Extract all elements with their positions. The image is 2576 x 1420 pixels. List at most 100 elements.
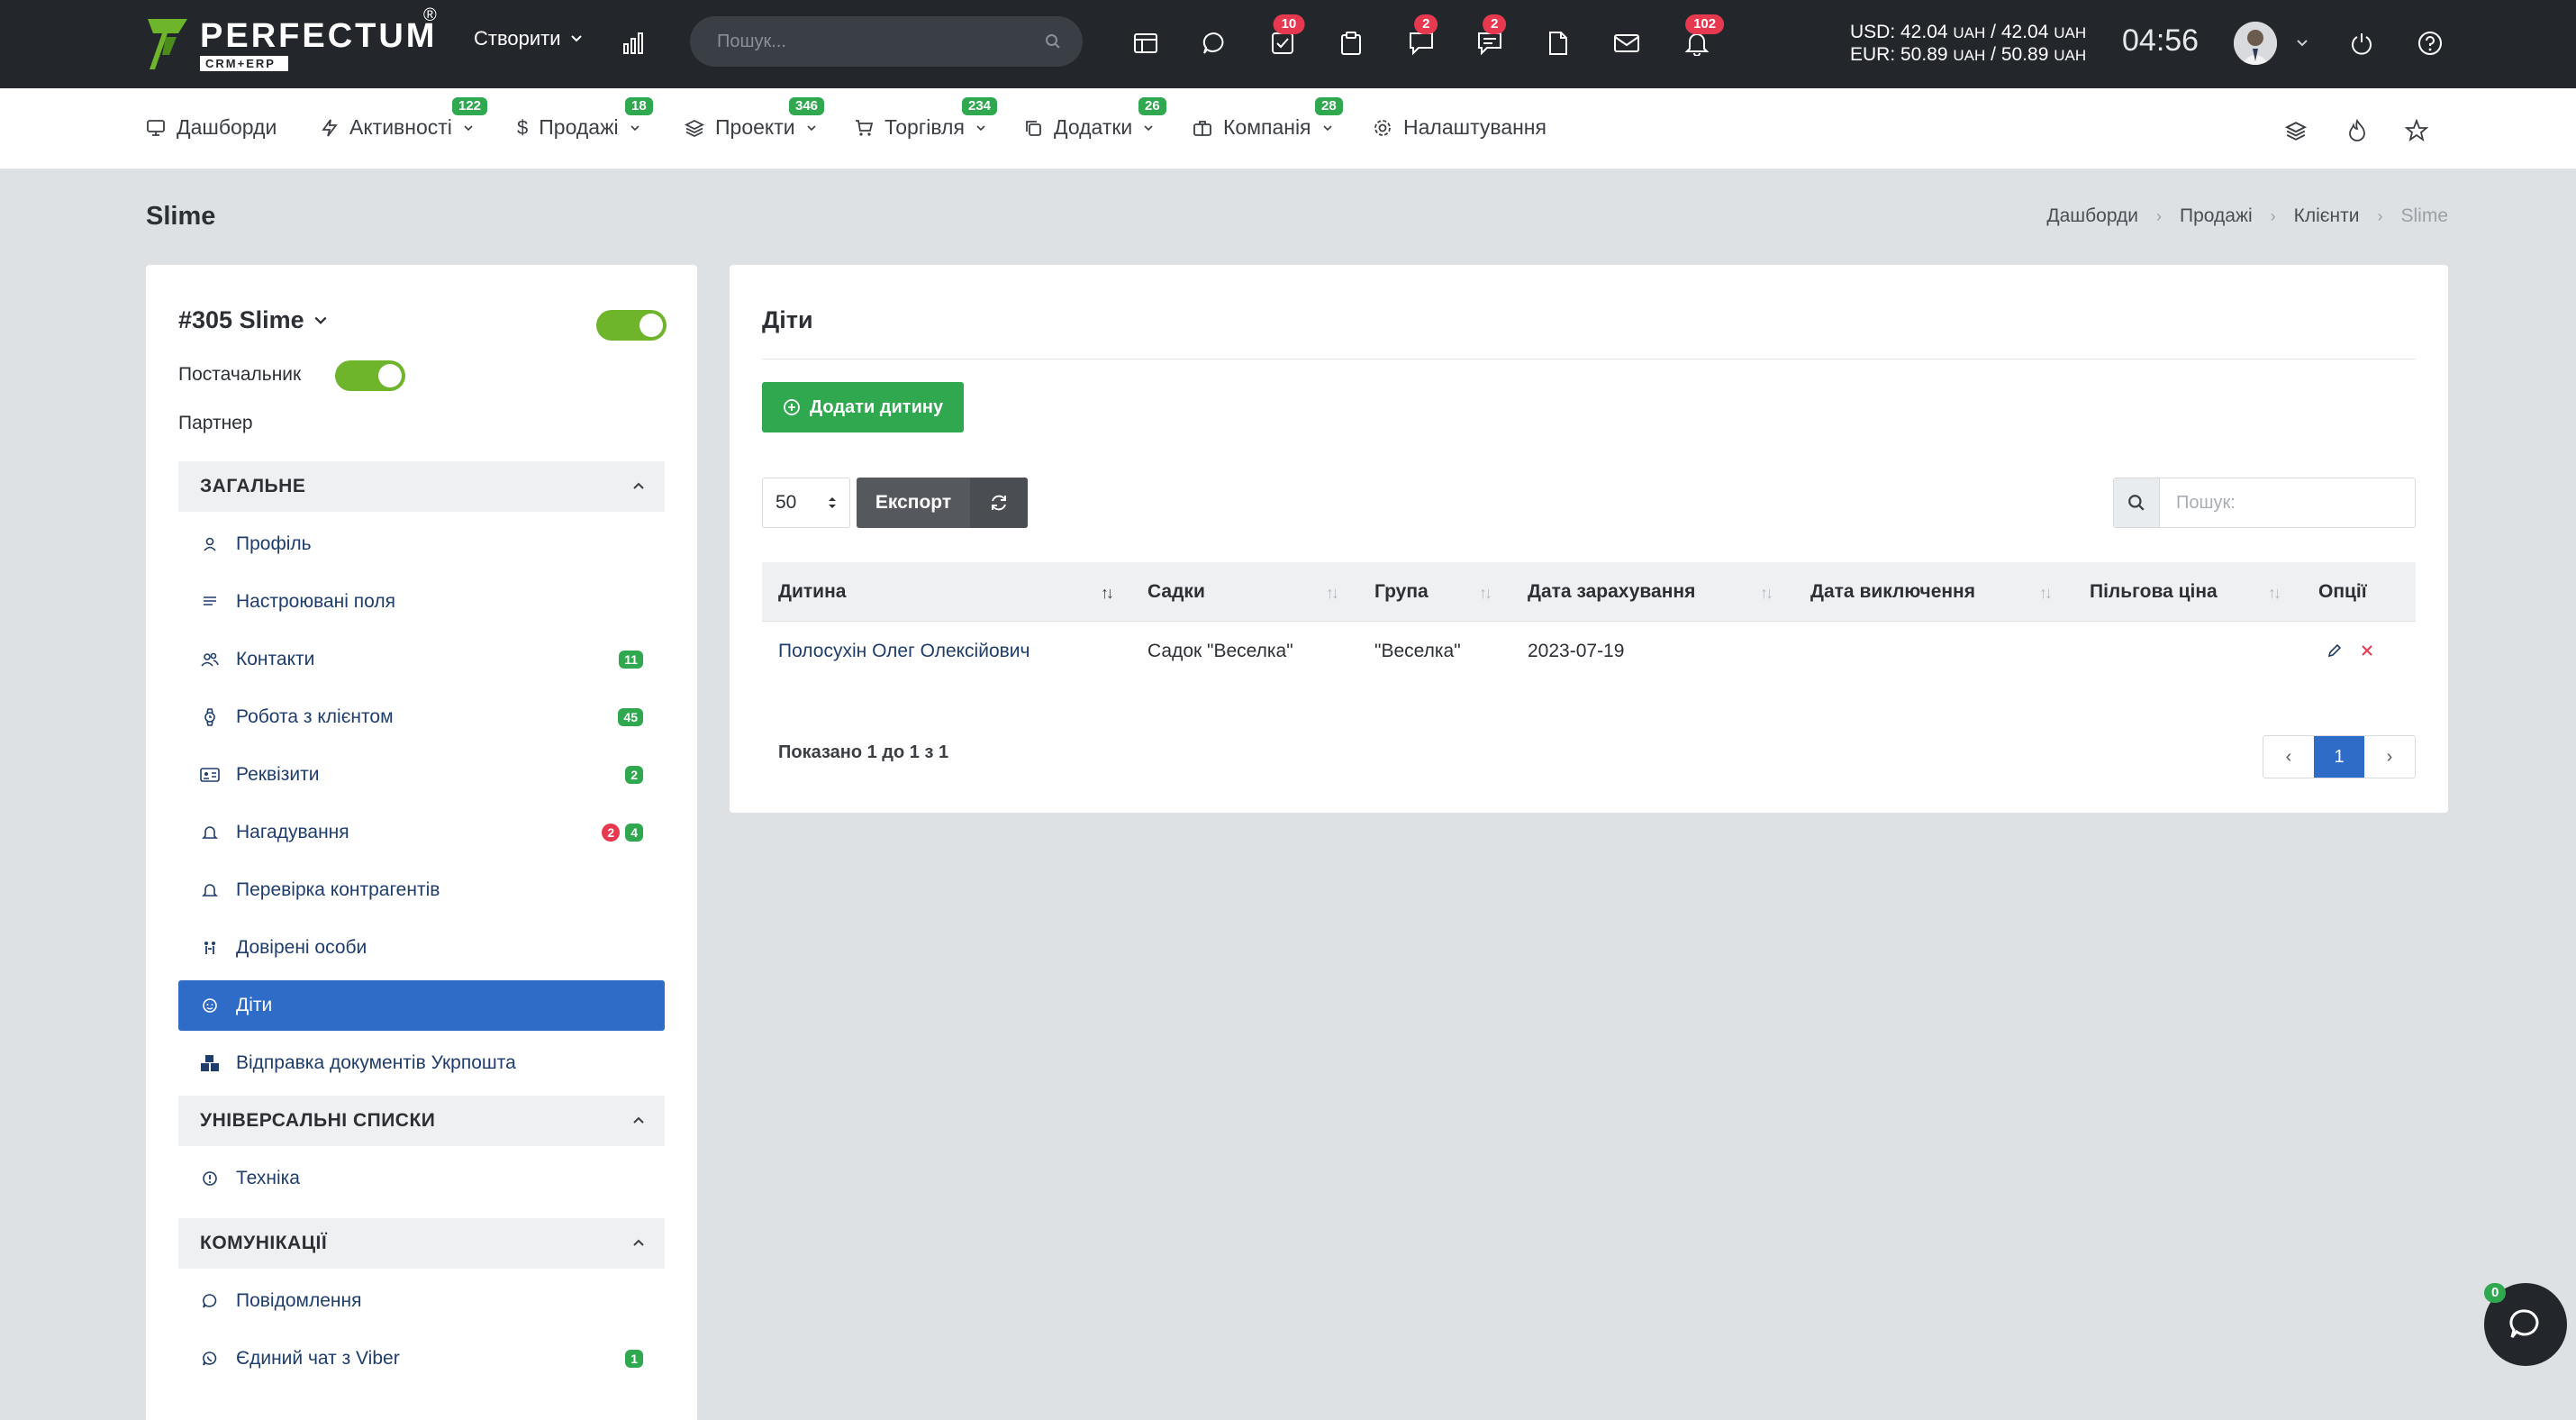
section-universal-lists[interactable]: УНІВЕРСАЛЬНІ СПИСКИ (178, 1096, 665, 1146)
add-child-button[interactable]: Додати дитину (762, 382, 964, 432)
nav-item-projects[interactable]: Проекти 346 (685, 97, 825, 140)
comment-icon (200, 1291, 220, 1311)
alert-badge: 2 (602, 824, 621, 842)
search-icon (2114, 478, 2160, 527)
sort-icon[interactable]: ↑↓ (1479, 584, 1492, 603)
nav-label: Налаштування (1403, 115, 1547, 139)
client-active-toggle[interactable] (596, 310, 667, 341)
create-dropdown[interactable]: Створити (474, 27, 583, 50)
delete-icon[interactable] (2356, 640, 2378, 661)
nav-badge: 28 (1315, 97, 1343, 115)
comment-icon[interactable] (1198, 27, 1230, 59)
chat-widget-badge: 0 (2484, 1283, 2507, 1303)
column-header-kindergarten[interactable]: Садки (1147, 562, 1205, 622)
user-menu-chevron-icon[interactable] (2286, 27, 2318, 59)
chart-icon[interactable] (620, 27, 652, 59)
menu-item-viber-chat[interactable]: Єдиний чат з Viber 1 (178, 1334, 665, 1384)
menu-item-trusted-persons[interactable]: Довірені особи (178, 923, 665, 973)
menu-item-contacts[interactable]: Контакти 11 (178, 634, 665, 685)
id-card-icon (200, 765, 220, 785)
global-search-input[interactable] (717, 31, 1045, 52)
edit-icon[interactable] (2324, 640, 2345, 661)
nav-item-dashboards[interactable]: Дашборди (146, 115, 277, 140)
export-button[interactable]: Експорт (857, 492, 970, 514)
rate-unit: UAH (2054, 47, 2087, 64)
menu-item-children[interactable]: Діти (178, 980, 665, 1031)
column-header-group[interactable]: Група (1374, 562, 1429, 622)
sort-asc-icon[interactable]: ↑↓ (1101, 584, 1114, 603)
clipboard-icon[interactable] (1335, 27, 1367, 59)
logo-subtitle: CRM+ERP (200, 55, 288, 71)
fire-icon[interactable] (2342, 115, 2372, 146)
refresh-button[interactable] (970, 478, 1028, 528)
column-header-child[interactable]: Дитина (778, 562, 846, 622)
breadcrumb-item[interactable]: Продажі (2180, 205, 2253, 227)
clock: 04:56 (2122, 23, 2200, 58)
nav-item-trade[interactable]: Торгівля 234 (854, 97, 998, 140)
bell-icon[interactable]: 102 (1681, 14, 1725, 59)
menu-item-requisites[interactable]: Реквізити 2 (178, 750, 665, 800)
sort-icon[interactable]: ↑↓ (1760, 584, 1773, 603)
pager-prev[interactable]: ‹ (2263, 736, 2314, 778)
chat-widget-button[interactable]: 0 (2484, 1283, 2567, 1366)
client-title-dropdown[interactable]: #305 Slime (178, 306, 328, 334)
logo[interactable]: PERFECTUM CRM+ERP (146, 13, 437, 76)
file-icon[interactable] (1542, 27, 1574, 59)
breadcrumb-separator-icon: › (2156, 206, 2163, 225)
child-name-link[interactable]: Полосухін Олег Олексійович (778, 622, 1029, 681)
section-general[interactable]: ЗАГАЛЬНЕ (178, 461, 665, 512)
menu-label: Реквізити (236, 764, 320, 785)
help-icon[interactable] (2414, 27, 2446, 59)
messages-icon[interactable]: 2 (1474, 14, 1507, 59)
menu-label: Контакти (236, 649, 315, 669)
menu-item-client-work[interactable]: Робота з клієнтом 45 (178, 692, 665, 742)
breadcrumb-item[interactable]: Дашборди (2046, 205, 2138, 227)
menu-item-equipment[interactable]: Техніка (178, 1153, 665, 1204)
nav-item-activities[interactable]: Активності 122 (321, 97, 488, 140)
mail-icon[interactable] (1610, 27, 1643, 59)
per-page-select[interactable]: 50 (762, 478, 850, 528)
table-search-input[interactable] (2160, 492, 2415, 514)
chat-icon[interactable]: 2 (1405, 14, 1438, 59)
table-info: Показано 1 до 1 з 1 (778, 742, 949, 762)
nav-item-company[interactable]: Компанія 28 (1193, 97, 1343, 140)
menu-item-counterparty-check[interactable]: Перевірка контрагентів (178, 865, 665, 915)
pager-next[interactable]: › (2364, 736, 2415, 778)
cell-kindergarten: Садок "Веселка" (1147, 641, 1293, 661)
menu-item-profile[interactable]: Профіль (178, 519, 665, 569)
breadcrumb-item[interactable]: Клієнти (2294, 205, 2360, 227)
table-icon[interactable] (1129, 27, 1162, 59)
partner-label[interactable]: Партнер (178, 413, 253, 434)
nav-item-settings[interactable]: Налаштування (1373, 115, 1547, 140)
pager-page[interactable]: 1 (2314, 736, 2364, 778)
card-title: Діти (762, 306, 813, 333)
section-title: ЗАГАЛЬНЕ (200, 476, 306, 496)
chevron-down-icon (1144, 124, 1153, 131)
nav-item-sales[interactable]: $ Продажі 18 (517, 97, 653, 140)
chat-badge: 2 (1414, 14, 1438, 34)
sort-icon[interactable]: ↑↓ (1326, 584, 1339, 603)
nav-item-addons[interactable]: Додатки 26 (1023, 97, 1166, 140)
menu-label: Робота з клієнтом (236, 706, 394, 727)
user-icon (200, 534, 220, 554)
column-header-enroll-date[interactable]: Дата зарахування (1528, 562, 1695, 622)
section-communications[interactable]: КОМУНІКАЦІЇ (178, 1218, 665, 1269)
sort-icon[interactable]: ↑↓ (2039, 584, 2053, 603)
star-icon[interactable] (2401, 115, 2432, 146)
power-icon[interactable] (2345, 27, 2378, 59)
menu-item-reminders[interactable]: Нагадування 2 4 (178, 807, 665, 858)
supplier-toggle[interactable] (335, 360, 405, 391)
sort-icon[interactable]: ↑↓ (2268, 584, 2281, 603)
menu-item-ukrposhta[interactable]: Відправка документів Укрпошта (178, 1038, 665, 1088)
layers-icon[interactable] (2281, 115, 2311, 146)
main-nav: Дашборди Активності 122 $ Продажі 18 Про… (0, 88, 2576, 169)
menu-item-messages[interactable]: Повідомлення (178, 1276, 665, 1326)
column-header-exclude-date[interactable]: Дата виключення (1810, 562, 1975, 622)
menu-label: Нагадування (236, 822, 349, 842)
menu-item-custom-fields[interactable]: Настроювані поля (178, 577, 665, 627)
avatar[interactable] (2234, 22, 2277, 65)
tasks-icon[interactable]: 10 (1266, 14, 1305, 59)
chevron-up-icon (633, 482, 644, 489)
column-header-discount-price[interactable]: Пільгова ціна (2090, 562, 2218, 622)
global-search[interactable] (690, 16, 1083, 67)
